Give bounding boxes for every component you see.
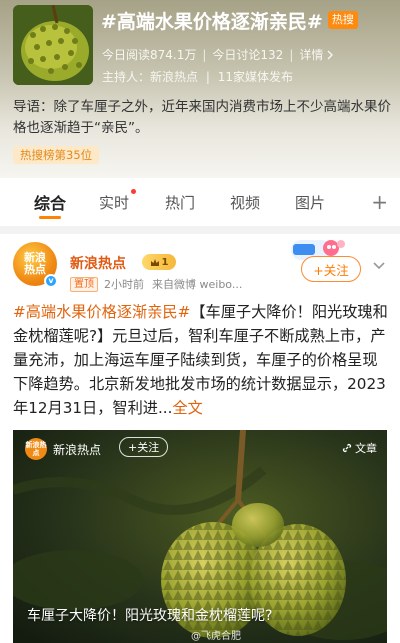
video-caption: 车厘子大降价！阳光玫瑰和金枕榴莲呢? bbox=[27, 608, 273, 624]
stats-separator: | bbox=[289, 47, 294, 62]
topic-header: #高端水果价格逐渐亲民# 热搜 今日阅读874.1万 | 今日讨论132 | 详… bbox=[0, 0, 400, 178]
level-number: 1 bbox=[161, 256, 169, 268]
tab-label: 图片 bbox=[294, 193, 325, 212]
stats-separator: | bbox=[202, 47, 207, 62]
video-channel-name[interactable]: 新浪热点 bbox=[53, 441, 101, 458]
tab-label: 热门 bbox=[164, 193, 195, 212]
tab-images[interactable]: 图片 bbox=[293, 178, 327, 226]
chevron-down-icon[interactable] bbox=[372, 258, 386, 272]
topic-cover-image bbox=[13, 5, 93, 85]
post-text: #高端水果价格逐渐亲民#【车厘子大降价！阳光玫瑰和金枕榴莲呢?】元旦过后，智利车… bbox=[13, 300, 391, 420]
video-player[interactable]: 新浪热点 新浪热点 +关注 文章 车厘子大降价！阳光玫瑰和金枕榴莲呢? @飞虎合… bbox=[13, 430, 387, 643]
link-icon bbox=[342, 443, 352, 453]
topic-title-row: #高端水果价格逐渐亲民# 热搜 bbox=[101, 7, 358, 33]
avatar-logo-text: 新浪热点 bbox=[24, 251, 46, 276]
post-source: 来自微博 weibo... bbox=[152, 278, 243, 291]
video-channel-logo: 新浪热点 bbox=[25, 438, 47, 460]
add-tab-icon[interactable]: + bbox=[371, 190, 388, 214]
post-hashtag[interactable]: #高端水果价格逐渐亲民# bbox=[13, 303, 190, 321]
details-link[interactable]: 详情 bbox=[299, 46, 323, 63]
new-dot-indicator bbox=[131, 189, 136, 194]
hot-badge: 热搜 bbox=[327, 11, 358, 29]
tab-hot[interactable]: 热门 bbox=[163, 178, 197, 226]
tab-video[interactable]: 视频 bbox=[228, 178, 262, 226]
section-divider bbox=[0, 226, 400, 234]
tab-bar: 综合 实时 热门 视频 图片 + bbox=[0, 178, 400, 226]
author-name[interactable]: 新浪热点 bbox=[70, 253, 126, 273]
topic-title: #高端水果价格逐渐亲民# bbox=[101, 10, 323, 33]
article-label: 文章 bbox=[355, 442, 377, 455]
verified-icon: v bbox=[44, 274, 58, 288]
topic-intro: 导语：除了车厘子之外，近年来国内消费市场上不少高端水果价格也逐渐趋于“亲民”。 bbox=[13, 99, 391, 136]
host-separator: | bbox=[205, 70, 210, 84]
post-meta: 置顶 2小时前 来自微博 weibo... bbox=[70, 276, 242, 292]
media-count[interactable]: 11家媒体发布 bbox=[218, 70, 293, 84]
host-name[interactable]: 新浪热点 bbox=[150, 70, 198, 84]
level-badge: 1 bbox=[142, 254, 176, 270]
post-time: 2小时前 bbox=[104, 278, 144, 291]
host-label: 主持人： bbox=[102, 70, 151, 84]
post-card: 新浪热点 v 新浪热点 1 置顶 2小时前 来自微博 weibo... +关注 … bbox=[0, 234, 400, 643]
article-link[interactable]: 文章 bbox=[341, 440, 377, 456]
host-row: 主持人：新浪热点 | 11家媒体发布 bbox=[102, 68, 293, 85]
follow-button[interactable]: +关注 bbox=[301, 256, 361, 282]
pinned-badge: 置顶 bbox=[70, 276, 98, 292]
tab-label: 实时 bbox=[98, 193, 129, 212]
video-follow-button[interactable]: +关注 bbox=[119, 437, 169, 457]
chevron-right-icon[interactable] bbox=[326, 50, 334, 60]
tab-label: 综合 bbox=[33, 194, 66, 213]
read-count: 今日阅读874.1万 bbox=[102, 48, 197, 62]
rank-chip[interactable]: 热搜榜第35位 bbox=[13, 146, 100, 164]
crown-icon bbox=[150, 258, 159, 266]
tab-label: 视频 bbox=[229, 193, 260, 212]
tab-comprehensive[interactable]: 综合 bbox=[30, 178, 70, 226]
discussion-count: 今日讨论132 bbox=[212, 48, 284, 62]
tab-realtime[interactable]: 实时 bbox=[97, 178, 136, 226]
full-text-link[interactable]: 全文 bbox=[172, 399, 202, 417]
video-watermark: @飞虎合肥 bbox=[191, 631, 241, 642]
topic-stats: 今日阅读874.1万 | 今日讨论132 | 详情 bbox=[102, 46, 334, 63]
